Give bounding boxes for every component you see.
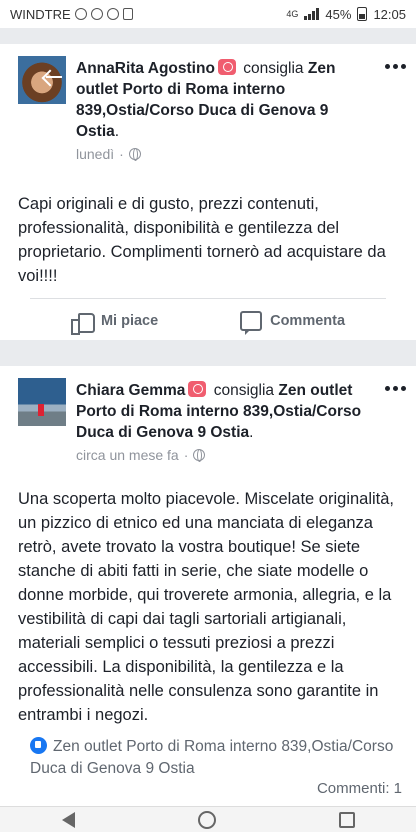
whatsapp-icon — [74, 8, 87, 20]
nav-home-icon[interactable] — [197, 810, 216, 829]
battery-percent: 45% — [325, 6, 352, 22]
like-label: Mi piace — [100, 313, 159, 329]
back-arrow-icon[interactable] — [42, 66, 62, 86]
meta-separator: · — [183, 447, 189, 463]
chat-icon — [106, 8, 119, 20]
post-text: Una scoperta molto piacevole. Miscelate … — [18, 490, 395, 724]
post-time[interactable]: circa un mese fa — [76, 447, 179, 463]
post-actions: Mi piace Commenta — [30, 298, 386, 335]
status-left: WINDTRE — [10, 7, 133, 22]
headline-period: . — [249, 424, 254, 441]
post-meta: lunedì · — [76, 146, 366, 162]
page-reference-text: Zen outlet Porto di Roma interno 839,Ost… — [30, 738, 394, 777]
meta-separator: · — [119, 146, 124, 162]
action-verb: consiglia — [213, 382, 275, 399]
post-card: AnnaRita Agostino consiglia Zen outlet P… — [0, 44, 416, 340]
author-name[interactable]: AnnaRita Agostino — [76, 60, 215, 77]
post-card: Chiara Gemma consiglia Zen outlet Porto … — [0, 366, 416, 806]
action-verb: consiglia — [243, 60, 304, 77]
like-button[interactable]: Mi piace — [70, 311, 159, 335]
page-reference[interactable]: Zen outlet Porto di Roma interno 839,Ost… — [30, 736, 402, 780]
location-icon — [90, 8, 103, 20]
author-name[interactable]: Chiara Gemma — [76, 382, 185, 399]
battery-icon — [357, 7, 368, 21]
recommend-icon — [217, 59, 236, 75]
post-time[interactable]: lunedì — [76, 146, 114, 162]
status-right: 4G 45% 12:05 — [286, 7, 406, 22]
page-like-icon — [30, 737, 47, 754]
nav-recents-icon[interactable] — [338, 811, 355, 828]
more-options-icon[interactable] — [385, 64, 406, 69]
post-header: AnnaRita Agostino consiglia Zen outlet P… — [0, 44, 416, 162]
post-headline: AnnaRita Agostino consiglia Zen outlet P… — [76, 58, 366, 142]
more-options-icon[interactable] — [385, 386, 406, 391]
lock-icon — [122, 8, 133, 20]
comment-icon — [240, 311, 263, 335]
post-header: Chiara Gemma consiglia Zen outlet Porto … — [0, 366, 416, 463]
globe-icon — [193, 449, 206, 462]
comment-button[interactable]: Commenta — [240, 311, 346, 335]
clock: 12:05 — [373, 6, 406, 22]
network-label: 4G — [286, 9, 299, 19]
carrier-label: WINDTRE — [10, 6, 71, 22]
post-text: Capi originali e di gusto, prezzi conten… — [18, 195, 386, 285]
nav-back-icon[interactable] — [61, 811, 75, 828]
status-bar: WINDTRE 4G 45% 12:05 — [0, 0, 416, 28]
post-headline: Chiara Gemma consiglia Zen outlet Porto … — [76, 380, 366, 443]
comments-count[interactable]: Commenti: 1 — [317, 780, 402, 797]
thumbs-up-icon — [70, 311, 95, 335]
avatar[interactable] — [18, 56, 66, 104]
headline-period: . — [114, 123, 120, 140]
comment-label: Commenta — [270, 313, 346, 329]
signal-icon — [304, 8, 320, 20]
recommend-icon — [188, 381, 207, 397]
system-nav-bar — [0, 806, 416, 832]
avatar[interactable] — [18, 378, 66, 426]
globe-icon — [128, 148, 141, 161]
post-meta: circa un mese fa · — [76, 447, 366, 463]
